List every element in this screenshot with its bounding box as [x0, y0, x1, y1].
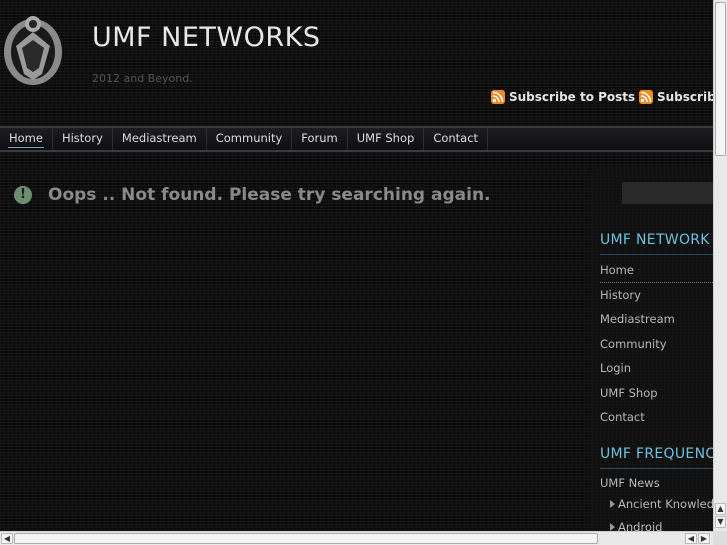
- sidebar-link-mediastream[interactable]: Mediastream: [600, 312, 675, 326]
- rss-icon: [639, 90, 653, 104]
- vertical-scroll-thumb[interactable]: [715, 2, 726, 156]
- widget-title-umf-network: UMF NETWORK: [600, 232, 710, 248]
- nav-item-umf-shop[interactable]: UMF Shop: [348, 128, 425, 150]
- sidebar-link-login[interactable]: Login: [600, 361, 631, 375]
- nav-item-forum[interactable]: Forum: [292, 128, 348, 150]
- nav-item-history[interactable]: History: [53, 128, 113, 150]
- scroll-left-arrow-icon[interactable]: ◀: [1, 533, 13, 544]
- widget-title-umf-frequency: UMF FREQUENCY: [600, 446, 713, 462]
- horizontal-scroll-thumb[interactable]: [14, 533, 598, 544]
- scroll-down-arrow-icon[interactable]: ▼: [715, 516, 726, 528]
- horizontal-scrollbar[interactable]: ◀ ◀ ▶: [0, 531, 713, 545]
- search-input[interactable]: [622, 182, 713, 204]
- scroll-left-arrow-icon[interactable]: ◀: [685, 533, 697, 544]
- site-title[interactable]: UMF NETWORKS: [92, 22, 320, 53]
- widget-divider: [600, 468, 713, 469]
- scroll-up-arrow-icon[interactable]: ▲: [715, 503, 726, 515]
- site-tagline: 2012 and Beyond.: [92, 72, 193, 85]
- main-nav: Home History Mediastream Community Forum…: [0, 126, 713, 152]
- nav-item-home[interactable]: Home: [0, 128, 53, 150]
- nav-item-mediastream[interactable]: Mediastream: [113, 128, 207, 150]
- page: UMF NETWORKS 2012 and Beyond. Subscribe …: [0, 0, 713, 531]
- triangle-right-icon: [610, 500, 615, 508]
- not-found-notice: ! Oops .. Not found. Please try searchin…: [14, 185, 491, 205]
- subscribe-posts-label: Subscribe to Posts: [509, 90, 636, 104]
- sidebar-link-history[interactable]: History: [600, 288, 641, 302]
- sidebar-link-community[interactable]: Community: [600, 337, 667, 351]
- logo-icon[interactable]: [2, 10, 64, 86]
- sidebar-sublink-label: Ancient Knowledge: [618, 497, 713, 511]
- triangle-right-icon: [610, 523, 615, 531]
- sidebar-sublink-label: Android: [618, 520, 663, 531]
- sidebar-link-umf-news[interactable]: UMF News: [600, 476, 660, 490]
- nav-item-contact[interactable]: Contact: [424, 128, 489, 150]
- sidebar-sublink-ancient-knowledge[interactable]: Ancient Knowledge: [610, 497, 713, 511]
- not-found-message: Oops .. Not found. Please try searching …: [48, 185, 491, 205]
- exclamation-icon: !: [14, 186, 32, 204]
- sidebar-link-contact[interactable]: Contact: [600, 410, 645, 424]
- scrollbar-corner: [713, 531, 727, 545]
- sidebar-link-umf-shop[interactable]: UMF Shop: [600, 386, 658, 400]
- widget-divider: [600, 254, 713, 255]
- sidebar-sublink-android[interactable]: Android: [610, 520, 662, 531]
- sidebar-link-home[interactable]: Home: [600, 263, 634, 277]
- nav-item-community[interactable]: Community: [207, 128, 293, 150]
- subscribe-comments-label: Subscribe to Comments: [657, 90, 713, 104]
- sidebar-separator: [600, 282, 713, 283]
- subscribe-posts-link[interactable]: Subscribe to Posts: [491, 90, 635, 104]
- rss-icon: [491, 90, 505, 104]
- subscribe-comments-link[interactable]: Subscribe to Comments: [639, 90, 713, 104]
- scroll-right-arrow-icon[interactable]: ▶: [698, 533, 710, 544]
- vertical-scrollbar[interactable]: ▲ ▼: [713, 0, 727, 531]
